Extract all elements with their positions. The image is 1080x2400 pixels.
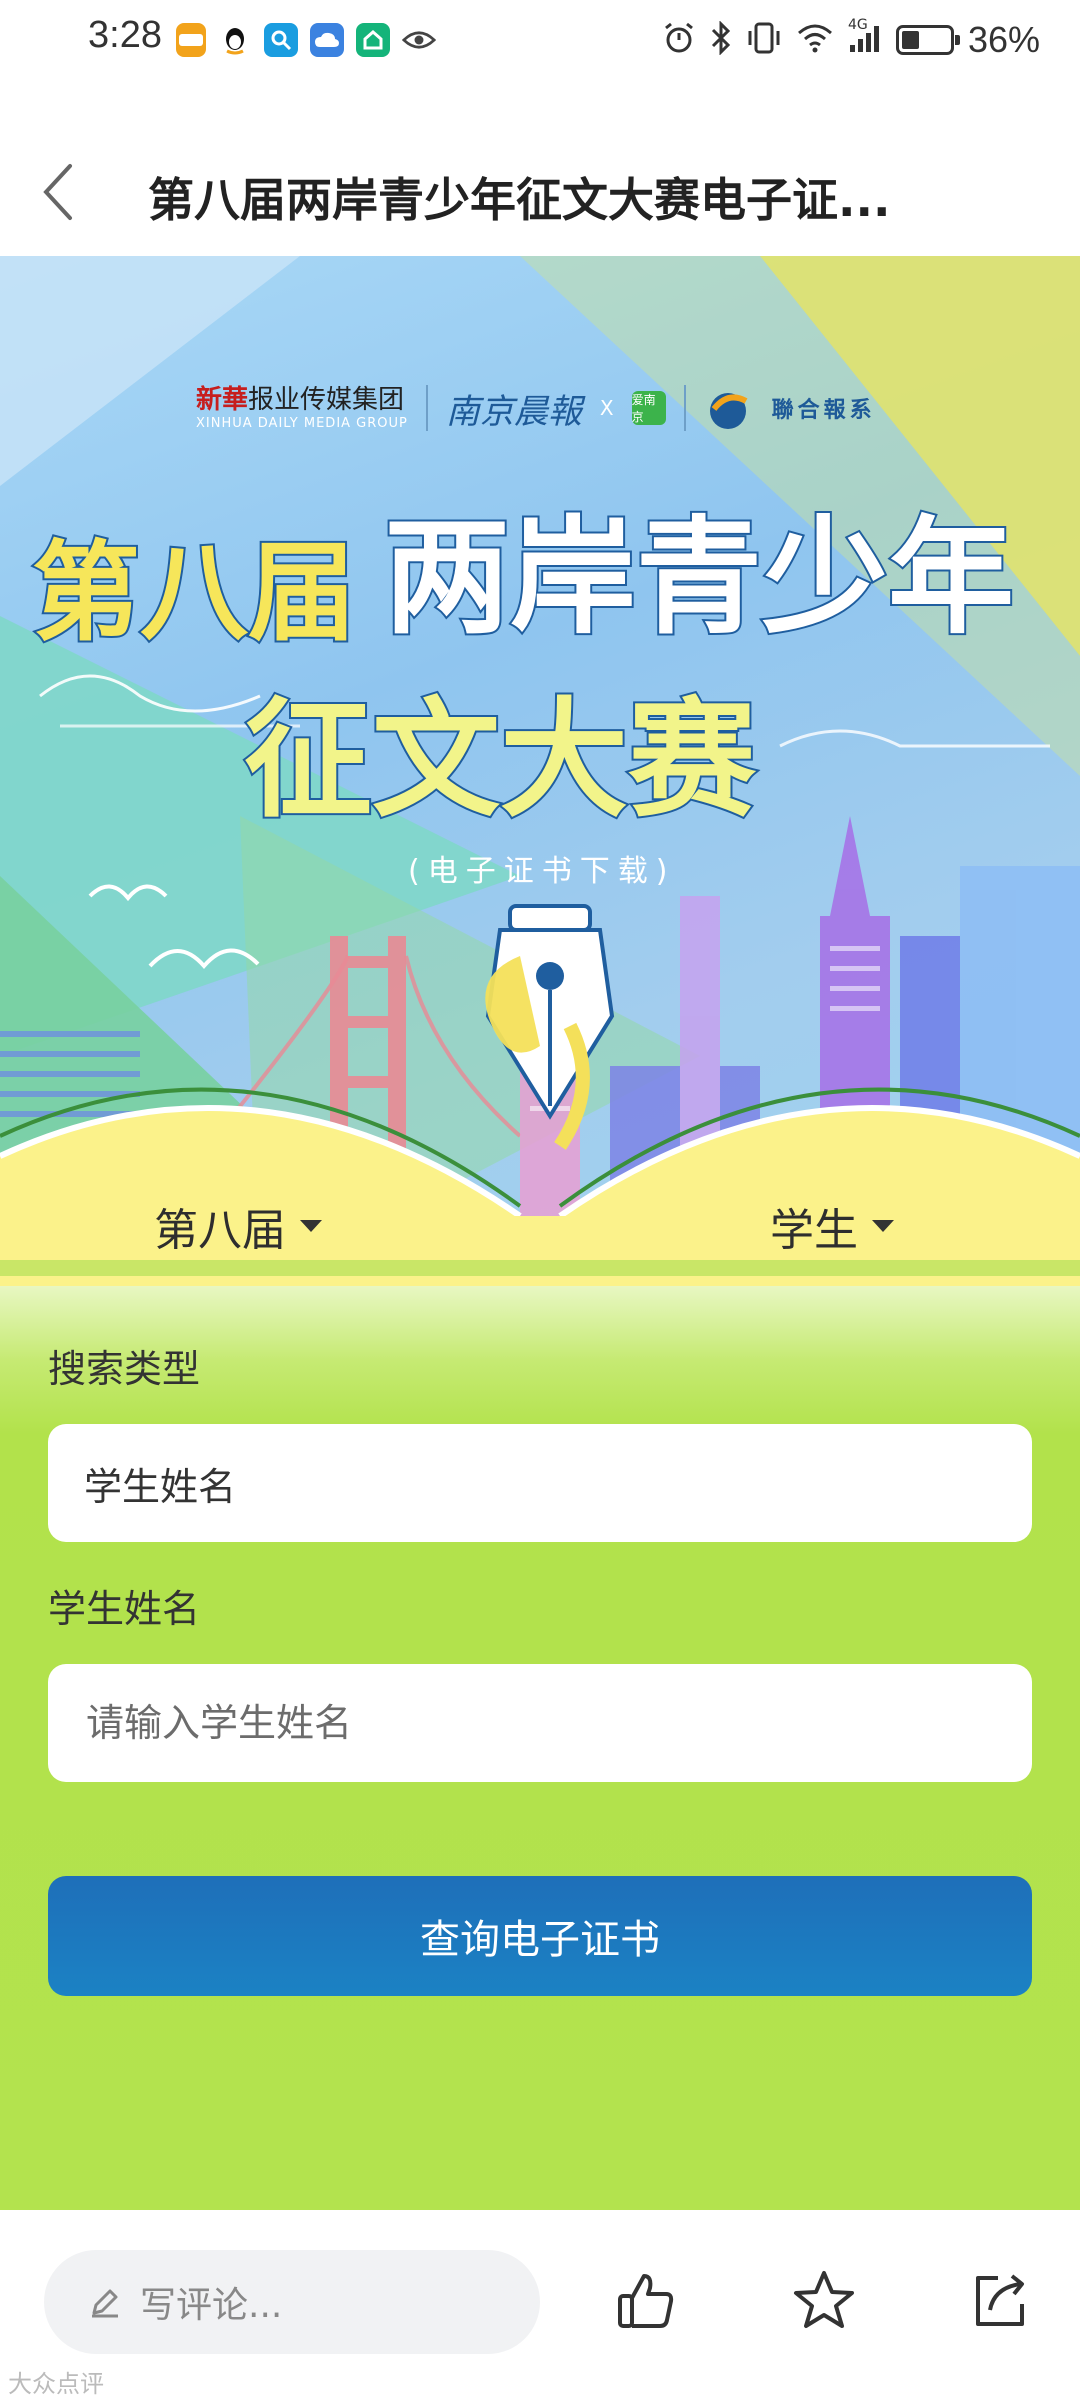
contest-subtitle: (电子证书下载) bbox=[408, 854, 676, 889]
battery-percent: 36% bbox=[967, 19, 1040, 60]
home-app-icon bbox=[356, 23, 390, 57]
status-app-icons bbox=[176, 20, 436, 60]
page-title: 第八届两岸青少年征文大赛电子证... bbox=[148, 173, 891, 227]
udn-logo-icon bbox=[709, 393, 748, 429]
caret-down-icon bbox=[300, 1220, 322, 1232]
cloud-app-icon bbox=[310, 23, 344, 57]
caret-down-icon bbox=[872, 1220, 894, 1232]
xinhua-name-en: XINHUA DAILY MEDIA GROUP bbox=[196, 415, 408, 431]
favorite-button[interactable] bbox=[788, 2264, 860, 2336]
eye-icon bbox=[402, 23, 436, 57]
bluetooth-icon bbox=[710, 20, 732, 59]
contest-title-line1: 两岸青少年 bbox=[382, 502, 1016, 653]
nanjing-morning-post-logo: 南京晨報 bbox=[445, 391, 582, 432]
bottom-action-bar: 写评论... 大众点评 bbox=[0, 2210, 1080, 2400]
contest-title-line2: 征文大赛 bbox=[242, 684, 758, 837]
session-dropdown-value: 第八届 bbox=[154, 1205, 286, 1256]
sponsor-x: X bbox=[599, 396, 614, 420]
certificate-search-form: 搜索类型 学生姓名 学生姓名 查询电子证书 bbox=[0, 1286, 1080, 2210]
taobao-icon bbox=[176, 23, 206, 57]
chevron-left-icon bbox=[43, 164, 72, 220]
app-logo: 爱南京 bbox=[631, 391, 666, 425]
status-system-icons: 4G 36% bbox=[662, 17, 1040, 62]
search-app-icon bbox=[264, 23, 298, 57]
search-type-label: 搜索类型 bbox=[48, 1347, 201, 1391]
thumbs-up-icon bbox=[618, 2274, 674, 2328]
xinhua-brand: 新華 bbox=[196, 384, 249, 415]
comment-placeholder: 写评论... bbox=[140, 2285, 283, 2326]
role-dropdown[interactable]: 学生 bbox=[770, 1194, 894, 1258]
xinhua-name: 报业传媒集团 bbox=[248, 384, 405, 415]
status-bar: 3:28 4G 36% bbox=[0, 0, 1080, 80]
page-header: 第八届两岸青少年征文大赛电子证... bbox=[0, 132, 1080, 256]
contest-edition-title: 第八届 bbox=[30, 529, 358, 658]
search-type-select[interactable]: 学生姓名 bbox=[48, 1424, 1032, 1542]
student-name-field bbox=[48, 1664, 1032, 1782]
udn-name: 聯合報系 bbox=[771, 398, 876, 423]
wifi-icon bbox=[796, 23, 834, 57]
pencil-icon bbox=[92, 2289, 118, 2318]
watermark: 大众点评 bbox=[8, 2370, 104, 2398]
query-certificate-button[interactable]: 查询电子证书 bbox=[48, 1876, 1032, 1996]
share-icon bbox=[976, 2274, 1024, 2326]
battery-icon bbox=[895, 25, 960, 55]
sponsor-divider bbox=[683, 385, 686, 431]
qq-icon bbox=[218, 23, 252, 57]
back-button[interactable] bbox=[18, 152, 98, 232]
comment-input[interactable]: 写评论... bbox=[44, 2250, 540, 2354]
student-name-label: 学生姓名 bbox=[48, 1587, 201, 1631]
xinhua-logo: 新華报业传媒集团 XINHUA DAILY MEDIA GROUP bbox=[196, 387, 408, 430]
contest-banner: 新華报业传媒集团 XINHUA DAILY MEDIA GROUP 南京晨報 X… bbox=[0, 256, 1080, 1286]
signal-icon: 4G bbox=[848, 17, 882, 57]
sponsor-divider bbox=[425, 385, 428, 431]
role-dropdown-value: 学生 bbox=[770, 1205, 858, 1256]
status-time: 3:28 bbox=[88, 14, 162, 56]
battery-level bbox=[901, 31, 919, 49]
network-type: 4G bbox=[847, 17, 868, 33]
search-type-value: 学生姓名 bbox=[84, 1464, 237, 1509]
student-name-input[interactable] bbox=[84, 1700, 988, 1746]
alarm-icon bbox=[662, 21, 696, 59]
share-button[interactable] bbox=[964, 2264, 1036, 2336]
vibrate-icon bbox=[746, 21, 782, 59]
like-button[interactable] bbox=[610, 2264, 682, 2336]
session-dropdown[interactable]: 第八届 bbox=[154, 1194, 322, 1258]
sponsor-logos: 新華报业传媒集团 XINHUA DAILY MEDIA GROUP 南京晨報 X… bbox=[196, 378, 876, 438]
star-icon bbox=[794, 2271, 854, 2328]
